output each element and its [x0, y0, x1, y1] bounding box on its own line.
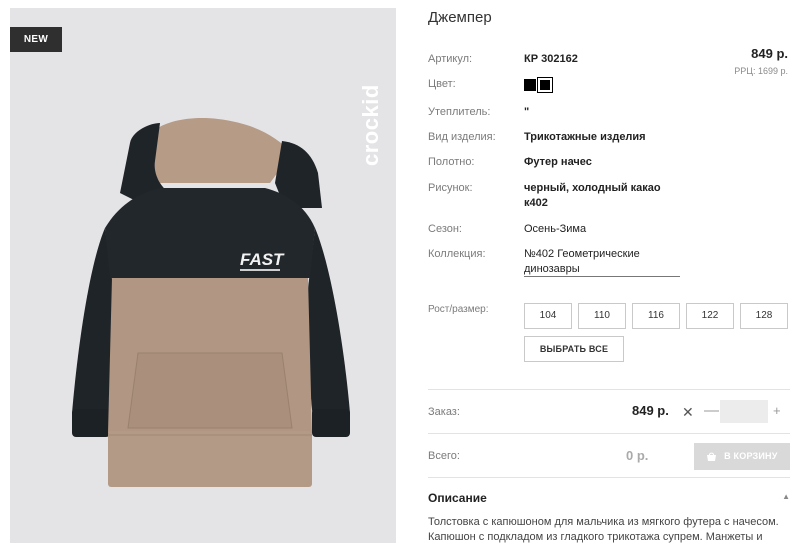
color-swatch-selected[interactable] — [537, 77, 553, 93]
divider — [428, 433, 790, 434]
new-badge: NEW — [10, 27, 62, 52]
spec-value: черный, холодный какао к402 — [524, 182, 661, 209]
add-to-cart-button[interactable]: В КОРЗИНУ — [694, 443, 790, 470]
spec-value: " — [524, 106, 530, 118]
divider — [428, 389, 790, 390]
quantity-input[interactable] — [720, 400, 768, 423]
size-button-128[interactable]: 128 — [740, 303, 788, 329]
product-rrc-price: РРЦ: 1699 р. — [734, 66, 788, 76]
cart-button-label: В КОРЗИНУ — [724, 451, 778, 462]
total-price: 0 р. — [626, 448, 649, 463]
order-label: Заказ: — [428, 406, 460, 418]
spec-value: КР 302162 — [524, 53, 578, 65]
collection-link[interactable]: №402 Геометрические динозавры — [524, 247, 684, 277]
size-button-104[interactable]: 104 — [524, 303, 572, 329]
qty-decrement-button[interactable]: — — [704, 402, 719, 419]
remove-icon[interactable]: ✕ — [682, 404, 694, 421]
spec-label: Коллекция: — [428, 248, 486, 260]
total-label: Всего: — [428, 450, 460, 462]
order-price: 849 р. — [632, 403, 669, 418]
spec-label: Полотно: — [428, 156, 475, 168]
spec-label: Утеплитель: — [428, 106, 491, 118]
spec-value: Футер начес — [524, 156, 592, 168]
hoodie-image: FAST — [72, 118, 350, 487]
size-button-116[interactable]: 116 — [632, 303, 680, 329]
product-photo[interactable]: NEW crockid FAST — [10, 8, 396, 543]
spec-label: Рисунок: — [428, 182, 473, 194]
spec-value: Осень-Зима — [524, 223, 587, 235]
size-button-110[interactable]: 110 — [578, 303, 626, 329]
hoodie-print-text: FAST — [240, 250, 285, 269]
spec-label: Цвет: — [428, 78, 456, 90]
spec-label: Сезон: — [428, 223, 462, 235]
product-info: Джемпер 849 р. РРЦ: 1699 р. Артикул: КР … — [428, 0, 790, 543]
qty-increment-button[interactable]: + — [773, 403, 781, 418]
spec-label: Артикул: — [428, 53, 473, 65]
description-text: Толстовка с капюшоном для мальчика из мя… — [428, 516, 779, 543]
select-all-sizes-button[interactable]: ВЫБРАТЬ ВСЕ — [524, 336, 624, 362]
divider — [428, 477, 790, 478]
collapse-caret-icon[interactable]: ▲ — [782, 492, 790, 501]
product-price: 849 р. — [751, 46, 788, 61]
brand-logo-text: crockid — [358, 84, 383, 166]
description-title[interactable]: Описание — [428, 491, 487, 505]
color-swatch[interactable] — [524, 79, 536, 91]
cart-icon — [707, 452, 717, 461]
size-label: Рост/размер: — [428, 304, 489, 315]
spec-value: Трикотажные изделия — [524, 131, 646, 143]
product-title: Джемпер — [428, 9, 492, 26]
size-button-122[interactable]: 122 — [686, 303, 734, 329]
spec-label: Вид изделия: — [428, 131, 496, 143]
collection-underline — [524, 276, 680, 277]
